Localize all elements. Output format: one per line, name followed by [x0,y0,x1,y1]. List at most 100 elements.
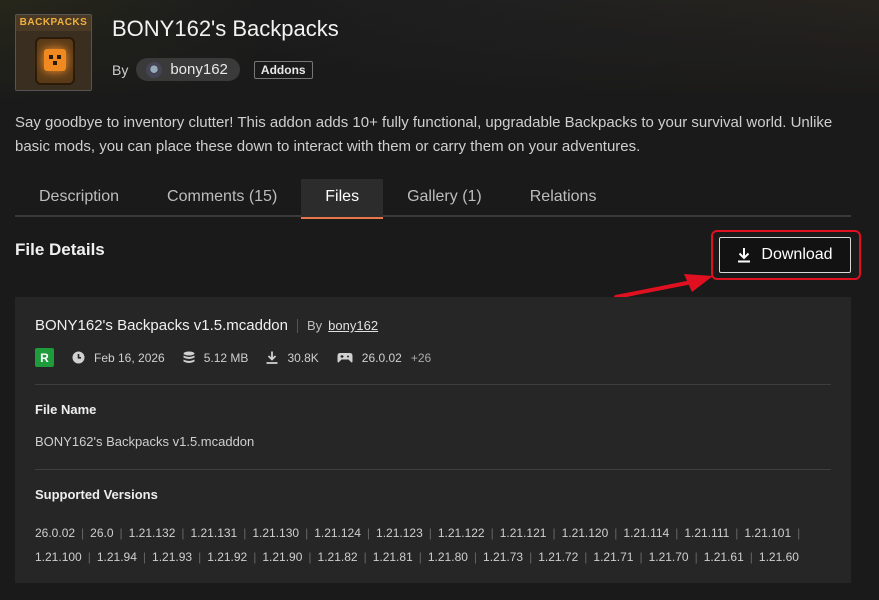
version-text: 26.0 [90,526,114,540]
version-tag: 1.21.81 | [373,545,428,569]
file-title: BONY162's Backpacks v1.5.mcaddon [35,317,288,334]
version-tag: 1.21.120 | [562,521,624,545]
upload-date: Feb 16, 2026 [94,350,165,365]
version-text: 1.21.90 [262,550,303,564]
by-label: By [112,61,129,78]
more-versions-count[interactable]: +26 [411,351,431,365]
version-tag: 1.21.121 | [500,521,562,545]
version-tag: 1.21.123 | [376,521,438,545]
version-tag: 1.21.93 | [152,545,207,569]
author-name: bony162 [170,61,228,78]
version-text: 1.21.71 [593,550,634,564]
database-icon [183,351,195,363]
divider [297,318,298,333]
version-tag: 26.0 | [90,521,128,545]
version-separator: | [490,526,494,540]
by-label: By [307,318,323,333]
version-tag: 1.21.124 | [314,521,376,545]
version-text: 1.21.60 [758,550,799,564]
download-button[interactable]: Download [719,237,851,273]
versions-row: 26.0.02 | 26.0 | 1.21.132 | 1.21.131 | 1.21.130 |… [35,521,825,545]
version-tag: 1.21.71 | [593,545,648,569]
version-separator: | [87,550,91,564]
version-separator: | [428,526,432,540]
version-separator: | [142,550,147,564]
version-text: 1.21.124 [314,526,361,540]
version-separator: | [473,550,478,564]
file-size: 5.12 MB [203,350,249,365]
tab-comments[interactable]: Comments (15) [143,179,301,217]
version-tag: 1.21.72 | [538,545,593,569]
category-badge[interactable]: Addons [253,60,313,79]
thumbnail-label: BACKPACKS [16,15,91,31]
version-text: 1.21.92 [207,550,248,564]
version-separator: | [639,550,643,564]
divider [35,469,831,470]
version-text: 1.21.114 [623,526,670,540]
file-details-heading: File Details [15,240,105,259]
size-meta: 5.12 MB [183,350,249,365]
file-header: BONY162's Backpacks v1.5.mcaddon By bony… [35,317,378,334]
tab-description[interactable]: Description [15,179,143,217]
version-separator: | [366,526,371,540]
version-text: 1.21.130 [252,526,300,540]
version-separator: | [363,550,367,564]
version-text: 1.21.111 [684,526,730,540]
version-tag: 1.21.80 | [428,545,483,569]
version-separator: | [614,526,618,540]
release-type-badge: R [35,348,54,367]
divider [35,384,831,385]
version-text: 1.21.80 [427,550,468,564]
version-tag: 1.21.82 | [318,545,373,569]
project-summary: Say goodbye to inventory clutter! This a… [15,114,833,155]
version-separator: | [243,526,247,540]
version-text: 1.21.123 [376,526,423,540]
version-separator: | [552,526,556,540]
version-tag: 1.21.130 | [252,521,314,545]
version-tag: 1.21.94 | [97,545,152,569]
download-count-icon [266,351,278,364]
version-tag: 1.21.111 | [684,521,744,545]
version-separator: | [305,526,309,540]
project-thumbnail: BACKPACKS [15,14,92,91]
version-text: 1.21.61 [703,550,744,564]
version-text: 1.21.81 [372,550,413,564]
version-separator: | [198,550,202,564]
gamepad-icon [337,353,353,363]
version-text: 1.21.73 [483,550,524,564]
tab-relations[interactable]: Relations [506,179,621,217]
version-text: 1.21.122 [437,526,485,540]
backpack-icon [35,37,75,85]
author-chip[interactable]: bony162 [136,58,240,81]
file-meta-row: R Feb 16, 2026 5.12 MB 30.8K 26.0.02 +26 [35,348,431,367]
game-version-meta: 26.0.02 [337,351,402,365]
version-text: 1.21.82 [317,550,358,564]
version-tag: 1.21.131 | [191,521,253,545]
version-tag: 1.21.73 | [483,545,538,569]
tab-bar: Description Comments (15) Files Gallery … [15,179,851,219]
version-separator: | [308,550,312,564]
author-link[interactable]: bony162 [328,318,378,333]
version-tag: 1.21.114 | [623,521,684,545]
version-separator: | [584,550,588,564]
game-version: 26.0.02 [361,350,402,365]
version-separator: | [181,526,185,540]
file-name-label: File Name [35,402,97,417]
version-tag: 1.21.100 | [35,545,97,569]
avatar [146,61,163,78]
version-tag: 1.21.60 [759,545,799,569]
version-tag: 1.21.70 | [649,545,704,569]
version-tag: 1.21.92 | [207,545,262,569]
version-separator: | [675,526,679,540]
version-separator: | [418,550,422,564]
tab-gallery[interactable]: Gallery (1) [383,179,506,217]
version-separator: | [81,526,85,540]
version-separator: | [735,526,739,540]
version-separator: | [749,550,753,564]
date-meta: Feb 16, 2026 [72,351,165,365]
version-tag: 1.21.90 | [262,545,317,569]
version-text: 1.21.70 [648,550,689,564]
versions-row: 1.21.100 | 1.21.94 | 1.21.93 | 1.21.92 | 1.21.90… [35,545,825,569]
tab-files[interactable]: Files [301,179,384,219]
version-tag: 1.21.101 | [744,521,806,545]
